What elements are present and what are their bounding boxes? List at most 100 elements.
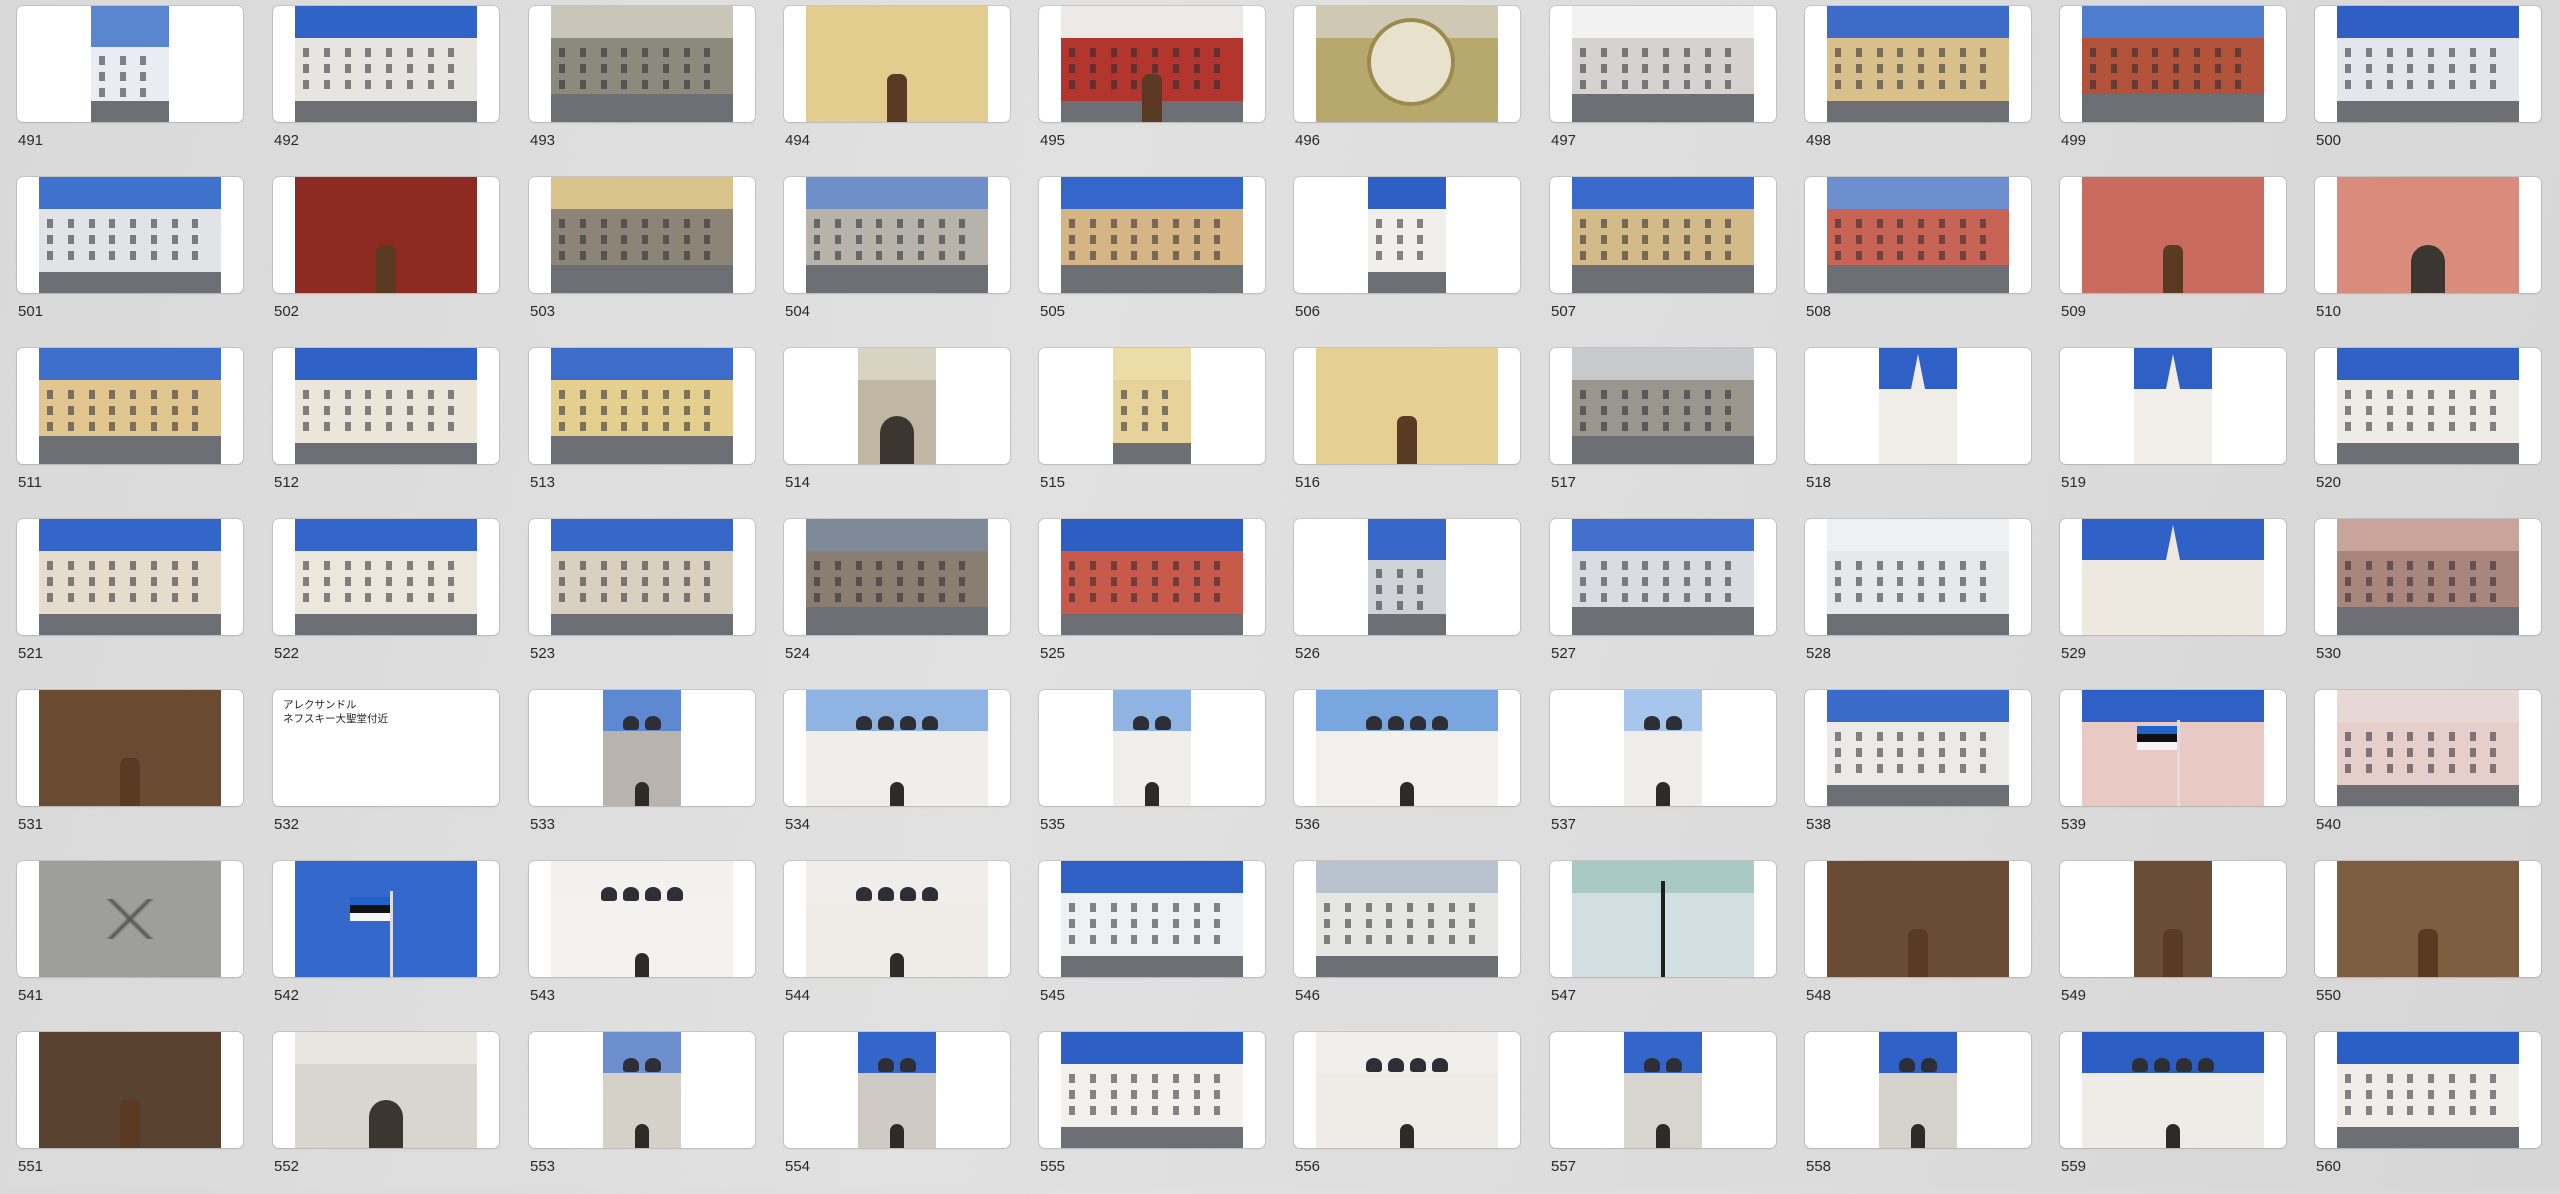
thumbnail-card[interactable] (17, 690, 243, 806)
thumbnail-card[interactable] (17, 519, 243, 635)
thumbnail-card[interactable] (1039, 6, 1265, 122)
thumbnail-item[interactable]: 501 (17, 171, 243, 339)
thumbnail-item[interactable]: 524 (784, 513, 1010, 681)
thumbnail-item[interactable]: 496 (1294, 0, 1520, 168)
thumbnail-card[interactable] (1039, 861, 1265, 977)
thumbnail-item[interactable]: 554 (784, 1026, 1010, 1194)
thumbnail-item[interactable]: 511 (17, 342, 243, 510)
thumbnail-card[interactable] (2060, 177, 2286, 293)
thumbnail-item[interactable]: 504 (784, 171, 1010, 339)
thumbnail-item[interactable]: 539 (2060, 684, 2286, 852)
thumbnail-card[interactable] (1550, 177, 1776, 293)
thumbnail-card[interactable] (1294, 6, 1520, 122)
thumbnail-card[interactable] (784, 861, 1010, 977)
thumbnail-item[interactable]: 553 (529, 1026, 755, 1194)
thumbnail-card[interactable] (784, 519, 1010, 635)
thumbnail-item[interactable]: 558 (1805, 1026, 2031, 1194)
thumbnail-item[interactable]: 551 (17, 1026, 243, 1194)
thumbnail-item[interactable]: 536 (1294, 684, 1520, 852)
thumbnail-card[interactable] (1294, 177, 1520, 293)
thumbnail-card[interactable] (1294, 519, 1520, 635)
thumbnail-card[interactable] (784, 1032, 1010, 1148)
thumbnail-item[interactable]: 523 (529, 513, 755, 681)
thumbnail-card[interactable] (1805, 348, 2031, 464)
thumbnail-item[interactable]: 548 (1805, 855, 2031, 1023)
thumbnail-item[interactable]: 521 (17, 513, 243, 681)
thumbnail-card[interactable] (273, 177, 499, 293)
thumbnail-item[interactable]: 530 (2315, 513, 2541, 681)
thumbnail-card[interactable] (2315, 1032, 2541, 1148)
thumbnail-item[interactable]: 513 (529, 342, 755, 510)
thumbnail-item[interactable]: 503 (529, 171, 755, 339)
thumbnail-item[interactable]: 535 (1039, 684, 1265, 852)
thumbnail-card[interactable] (1039, 1032, 1265, 1148)
thumbnail-item[interactable]: 505 (1039, 171, 1265, 339)
thumbnail-card[interactable] (1805, 1032, 2031, 1148)
thumbnail-card[interactable] (2315, 177, 2541, 293)
thumbnail-item[interactable]: 526 (1294, 513, 1520, 681)
thumbnail-card[interactable] (529, 690, 755, 806)
thumbnail-card[interactable] (1294, 861, 1520, 977)
thumbnail-card[interactable] (2060, 861, 2286, 977)
thumbnail-item[interactable]: 509 (2060, 171, 2286, 339)
thumbnail-item[interactable]: 533 (529, 684, 755, 852)
thumbnail-card[interactable] (2060, 348, 2286, 464)
thumbnail-card[interactable] (529, 861, 755, 977)
thumbnail-item[interactable]: 491 (17, 0, 243, 168)
thumbnail-card[interactable] (529, 177, 755, 293)
thumbnail-card[interactable] (2060, 690, 2286, 806)
thumbnail-item[interactable]: 512 (273, 342, 499, 510)
thumbnail-card[interactable] (529, 348, 755, 464)
thumbnail-card[interactable] (1039, 690, 1265, 806)
thumbnail-card[interactable] (1805, 177, 2031, 293)
thumbnail-item[interactable]: 555 (1039, 1026, 1265, 1194)
thumbnail-card[interactable] (17, 177, 243, 293)
thumbnail-item[interactable]: 545 (1039, 855, 1265, 1023)
thumbnail-item[interactable]: アレクサンドル ネフスキー大聖堂付近 532 (273, 684, 499, 852)
thumbnail-item[interactable]: 538 (1805, 684, 2031, 852)
thumbnail-card[interactable] (2060, 519, 2286, 635)
thumbnail-item[interactable]: 516 (1294, 342, 1520, 510)
thumbnail-item[interactable]: 499 (2060, 0, 2286, 168)
thumbnail-item[interactable]: 549 (2060, 855, 2286, 1023)
thumbnail-card[interactable] (2315, 861, 2541, 977)
thumbnail-item[interactable]: 507 (1550, 171, 1776, 339)
thumbnail-card[interactable] (273, 861, 499, 977)
thumbnail-item[interactable]: 531 (17, 684, 243, 852)
thumbnail-card[interactable] (1550, 348, 1776, 464)
thumbnail-card[interactable] (1294, 348, 1520, 464)
thumbnail-card[interactable] (1550, 6, 1776, 122)
thumbnail-item[interactable]: 534 (784, 684, 1010, 852)
thumbnail-card[interactable] (1805, 519, 2031, 635)
thumbnail-card[interactable] (17, 6, 243, 122)
thumbnail-card[interactable] (784, 177, 1010, 293)
thumbnail-card[interactable] (1550, 861, 1776, 977)
thumbnail-item[interactable]: 541 (17, 855, 243, 1023)
thumbnail-item[interactable]: 494 (784, 0, 1010, 168)
thumbnail-item[interactable]: 543 (529, 855, 755, 1023)
thumbnail-item[interactable]: 544 (784, 855, 1010, 1023)
thumbnail-card[interactable] (1039, 348, 1265, 464)
thumbnail-card[interactable] (1805, 861, 2031, 977)
thumbnail-item[interactable]: 515 (1039, 342, 1265, 510)
thumbnail-item[interactable]: 542 (273, 855, 499, 1023)
thumbnail-item[interactable]: 493 (529, 0, 755, 168)
thumbnail-card[interactable] (784, 348, 1010, 464)
thumbnail-card[interactable] (2315, 690, 2541, 806)
thumbnail-card[interactable] (1039, 519, 1265, 635)
thumbnail-card[interactable] (273, 1032, 499, 1148)
thumbnail-item[interactable]: 498 (1805, 0, 2031, 168)
thumbnail-card[interactable] (17, 1032, 243, 1148)
thumbnail-item[interactable]: 519 (2060, 342, 2286, 510)
thumbnail-item[interactable]: 552 (273, 1026, 499, 1194)
thumbnail-card[interactable] (17, 348, 243, 464)
thumbnail-item[interactable]: 508 (1805, 171, 2031, 339)
thumbnail-card[interactable] (2060, 6, 2286, 122)
thumbnail-card[interactable] (1550, 519, 1776, 635)
thumbnail-item[interactable]: 540 (2315, 684, 2541, 852)
thumbnail-item[interactable]: 528 (1805, 513, 2031, 681)
thumbnail-card[interactable] (784, 690, 1010, 806)
thumbnail-card[interactable] (529, 519, 755, 635)
thumbnail-item[interactable]: 525 (1039, 513, 1265, 681)
thumbnail-card[interactable] (2060, 1032, 2286, 1148)
